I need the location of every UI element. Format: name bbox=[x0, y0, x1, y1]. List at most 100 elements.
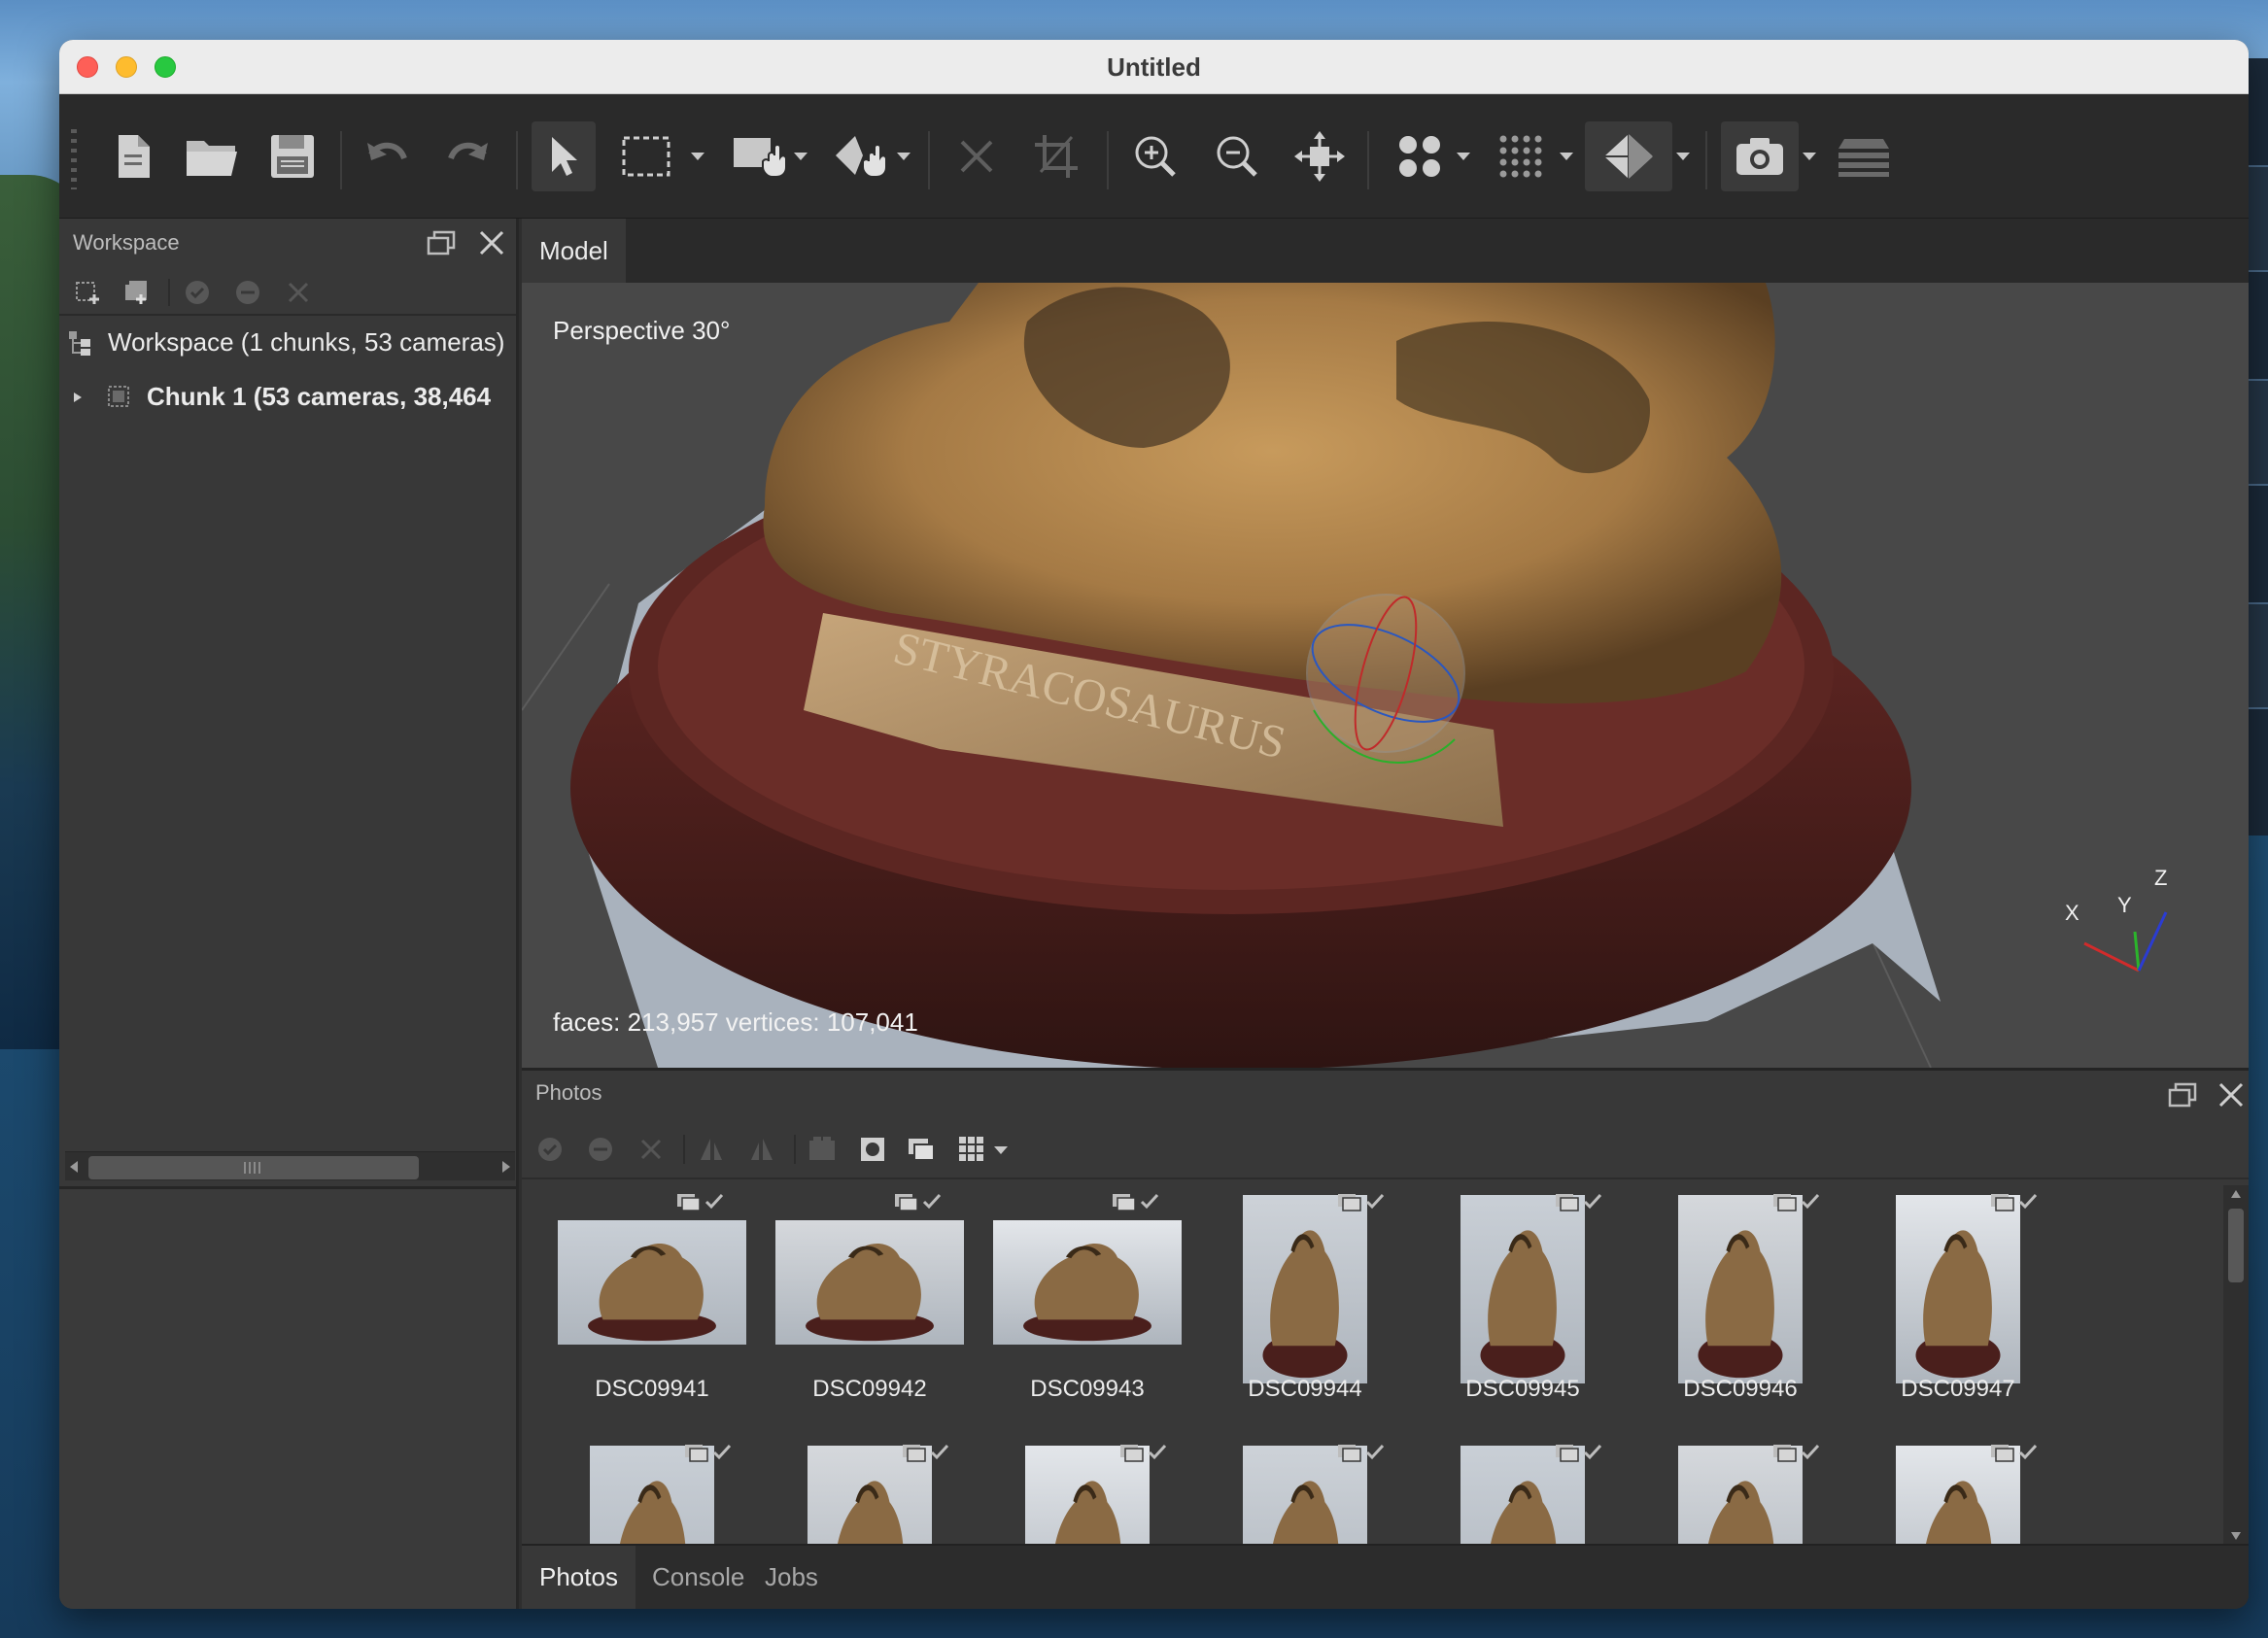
toolbar-separator bbox=[1107, 131, 1109, 189]
photo-thumbnail[interactable]: DSC09944 bbox=[1196, 1185, 1414, 1409]
chevron-down-icon[interactable] bbox=[691, 153, 704, 160]
dense-cloud-button[interactable] bbox=[1486, 121, 1556, 191]
scroll-right-icon[interactable] bbox=[501, 1160, 511, 1174]
chevron-down-icon[interactable] bbox=[1560, 153, 1573, 160]
tab-jobs[interactable]: Jobs bbox=[747, 1546, 836, 1609]
scroll-left-icon[interactable] bbox=[69, 1160, 79, 1174]
new-document-button[interactable] bbox=[104, 121, 162, 191]
photo-label: DSC09947 bbox=[1901, 1376, 2015, 1402]
crop-selection-button[interactable] bbox=[1025, 121, 1087, 191]
scrollbar-thumb[interactable] bbox=[2228, 1209, 2244, 1282]
select-arrow-button[interactable] bbox=[532, 121, 596, 191]
zoom-in-button[interactable] bbox=[1124, 121, 1186, 191]
photo-thumbnail[interactable]: DSC09943 bbox=[979, 1185, 1196, 1409]
scrollbar-thumb[interactable] bbox=[88, 1156, 419, 1179]
remove-x-icon[interactable] bbox=[285, 279, 312, 306]
disable-minus-icon[interactable] bbox=[234, 279, 261, 306]
bottom-tabbar: Photos Console Jobs bbox=[522, 1544, 2249, 1609]
redo-button[interactable] bbox=[436, 121, 498, 191]
disable-minus-icon[interactable] bbox=[586, 1135, 615, 1164]
tree-item-chunk[interactable]: Chunk 1 (53 cameras, 38,464 bbox=[59, 370, 516, 425]
photo-thumbnail[interactable]: DSC09941 bbox=[543, 1185, 761, 1409]
vertical-scrollbar[interactable] bbox=[2223, 1185, 2249, 1545]
enable-check-icon[interactable] bbox=[184, 279, 211, 306]
projection-label: Perspective 30° bbox=[553, 316, 731, 345]
rect-selection-button[interactable] bbox=[615, 121, 677, 191]
toolbar-separator bbox=[1367, 131, 1369, 189]
undo-button[interactable] bbox=[357, 121, 419, 191]
photo-thumbnail[interactable] bbox=[1414, 1436, 1632, 1545]
add-chunk-icon[interactable] bbox=[75, 279, 102, 306]
tab-console[interactable]: Console bbox=[635, 1546, 762, 1609]
photo-label: DSC09942 bbox=[812, 1376, 927, 1402]
undock-icon[interactable] bbox=[2168, 1082, 2197, 1108]
close-panel-icon[interactable] bbox=[2216, 1082, 2246, 1108]
photo-thumbnail[interactable] bbox=[1632, 1436, 1849, 1545]
photo-thumbnail[interactable]: DSC09947 bbox=[1849, 1185, 2067, 1409]
delete-selection-button[interactable] bbox=[945, 121, 1008, 191]
enable-check-icon[interactable] bbox=[535, 1135, 565, 1164]
chevron-down-icon[interactable] bbox=[1676, 153, 1690, 160]
photo-thumbnail[interactable] bbox=[1196, 1436, 1414, 1545]
chevron-right-icon[interactable] bbox=[73, 392, 83, 403]
rotate-left-icon[interactable] bbox=[697, 1135, 726, 1164]
filter-photos-icon[interactable] bbox=[808, 1135, 837, 1164]
scroll-up-icon[interactable] bbox=[2230, 1189, 2242, 1199]
chevron-down-icon[interactable] bbox=[897, 153, 911, 160]
enabled-check-icon bbox=[1336, 1442, 1387, 1463]
photo-stack-icon[interactable] bbox=[907, 1135, 936, 1164]
tree-item-workspace[interactable]: Workspace (1 chunks, 53 cameras) bbox=[59, 316, 516, 370]
open-folder-button[interactable] bbox=[178, 121, 246, 191]
enabled-check-icon bbox=[901, 1442, 951, 1463]
scroll-down-icon[interactable] bbox=[2230, 1531, 2242, 1541]
layers-button[interactable] bbox=[1830, 121, 1898, 191]
chevron-down-icon[interactable] bbox=[794, 153, 808, 160]
rotate-region-button[interactable] bbox=[825, 121, 901, 191]
photos-title: Photos bbox=[535, 1080, 602, 1105]
point-cloud-button[interactable] bbox=[1385, 121, 1455, 191]
rotate-right-icon[interactable] bbox=[747, 1135, 776, 1164]
layers-icon bbox=[1838, 139, 1889, 177]
photo-thumbnail[interactable] bbox=[979, 1436, 1196, 1545]
toolbar-separator bbox=[928, 131, 930, 189]
photo-thumbnail[interactable] bbox=[543, 1436, 761, 1545]
camera-icon bbox=[1736, 138, 1783, 175]
photo-thumbnail[interactable] bbox=[761, 1436, 979, 1545]
tab-photos[interactable]: Photos bbox=[522, 1546, 636, 1609]
photo-image bbox=[993, 1220, 1182, 1345]
zoom-out-button[interactable] bbox=[1206, 121, 1268, 191]
model-stats: faces: 213,957 vertices: 107,041 bbox=[553, 1007, 918, 1037]
photo-thumbnail[interactable]: DSC09942 bbox=[761, 1185, 979, 1409]
chevron-down-icon[interactable] bbox=[1457, 153, 1470, 160]
undock-icon[interactable] bbox=[427, 230, 456, 256]
enabled-check-icon bbox=[1771, 1191, 1822, 1212]
photo-thumbnail[interactable]: DSC09946 bbox=[1632, 1185, 1849, 1409]
photo-image bbox=[1678, 1195, 1803, 1383]
save-button[interactable] bbox=[261, 121, 324, 191]
resize-region-button[interactable] bbox=[724, 121, 798, 191]
photo-thumbnail[interactable] bbox=[1849, 1436, 2067, 1545]
model-view-button[interactable] bbox=[1585, 121, 1672, 191]
add-photos-icon[interactable] bbox=[123, 279, 151, 306]
photo-thumbnail[interactable]: DSC09945 bbox=[1414, 1185, 1632, 1409]
chevron-down-icon[interactable] bbox=[994, 1146, 1008, 1154]
horizontal-scrollbar[interactable] bbox=[65, 1151, 515, 1180]
mask-icon[interactable] bbox=[858, 1135, 887, 1164]
toolbar-grip[interactable] bbox=[71, 129, 77, 189]
model-viewport[interactable]: STYRACOSAURUS Perspective 30° faces: 213… bbox=[522, 283, 2249, 1068]
axis-x-label: X bbox=[2065, 901, 2079, 925]
axis-x-line bbox=[2083, 941, 2140, 973]
workspace-header: Workspace bbox=[59, 219, 516, 265]
grid-view-icon[interactable] bbox=[957, 1135, 986, 1164]
zoom-out-icon bbox=[1217, 136, 1257, 177]
tab-model[interactable]: Model bbox=[522, 219, 626, 283]
close-panel-icon[interactable] bbox=[477, 230, 506, 256]
capture-view-button[interactable] bbox=[1721, 121, 1799, 191]
rotation-gizmo bbox=[1306, 594, 1465, 753]
photo-label: DSC09941 bbox=[595, 1376, 709, 1402]
statue-photo-icon bbox=[1698, 1230, 1783, 1379]
remove-x-icon[interactable] bbox=[636, 1135, 666, 1164]
reset-view-button[interactable] bbox=[1286, 121, 1354, 191]
zoom-in-icon bbox=[1135, 136, 1176, 177]
chevron-down-icon[interactable] bbox=[1803, 153, 1816, 160]
